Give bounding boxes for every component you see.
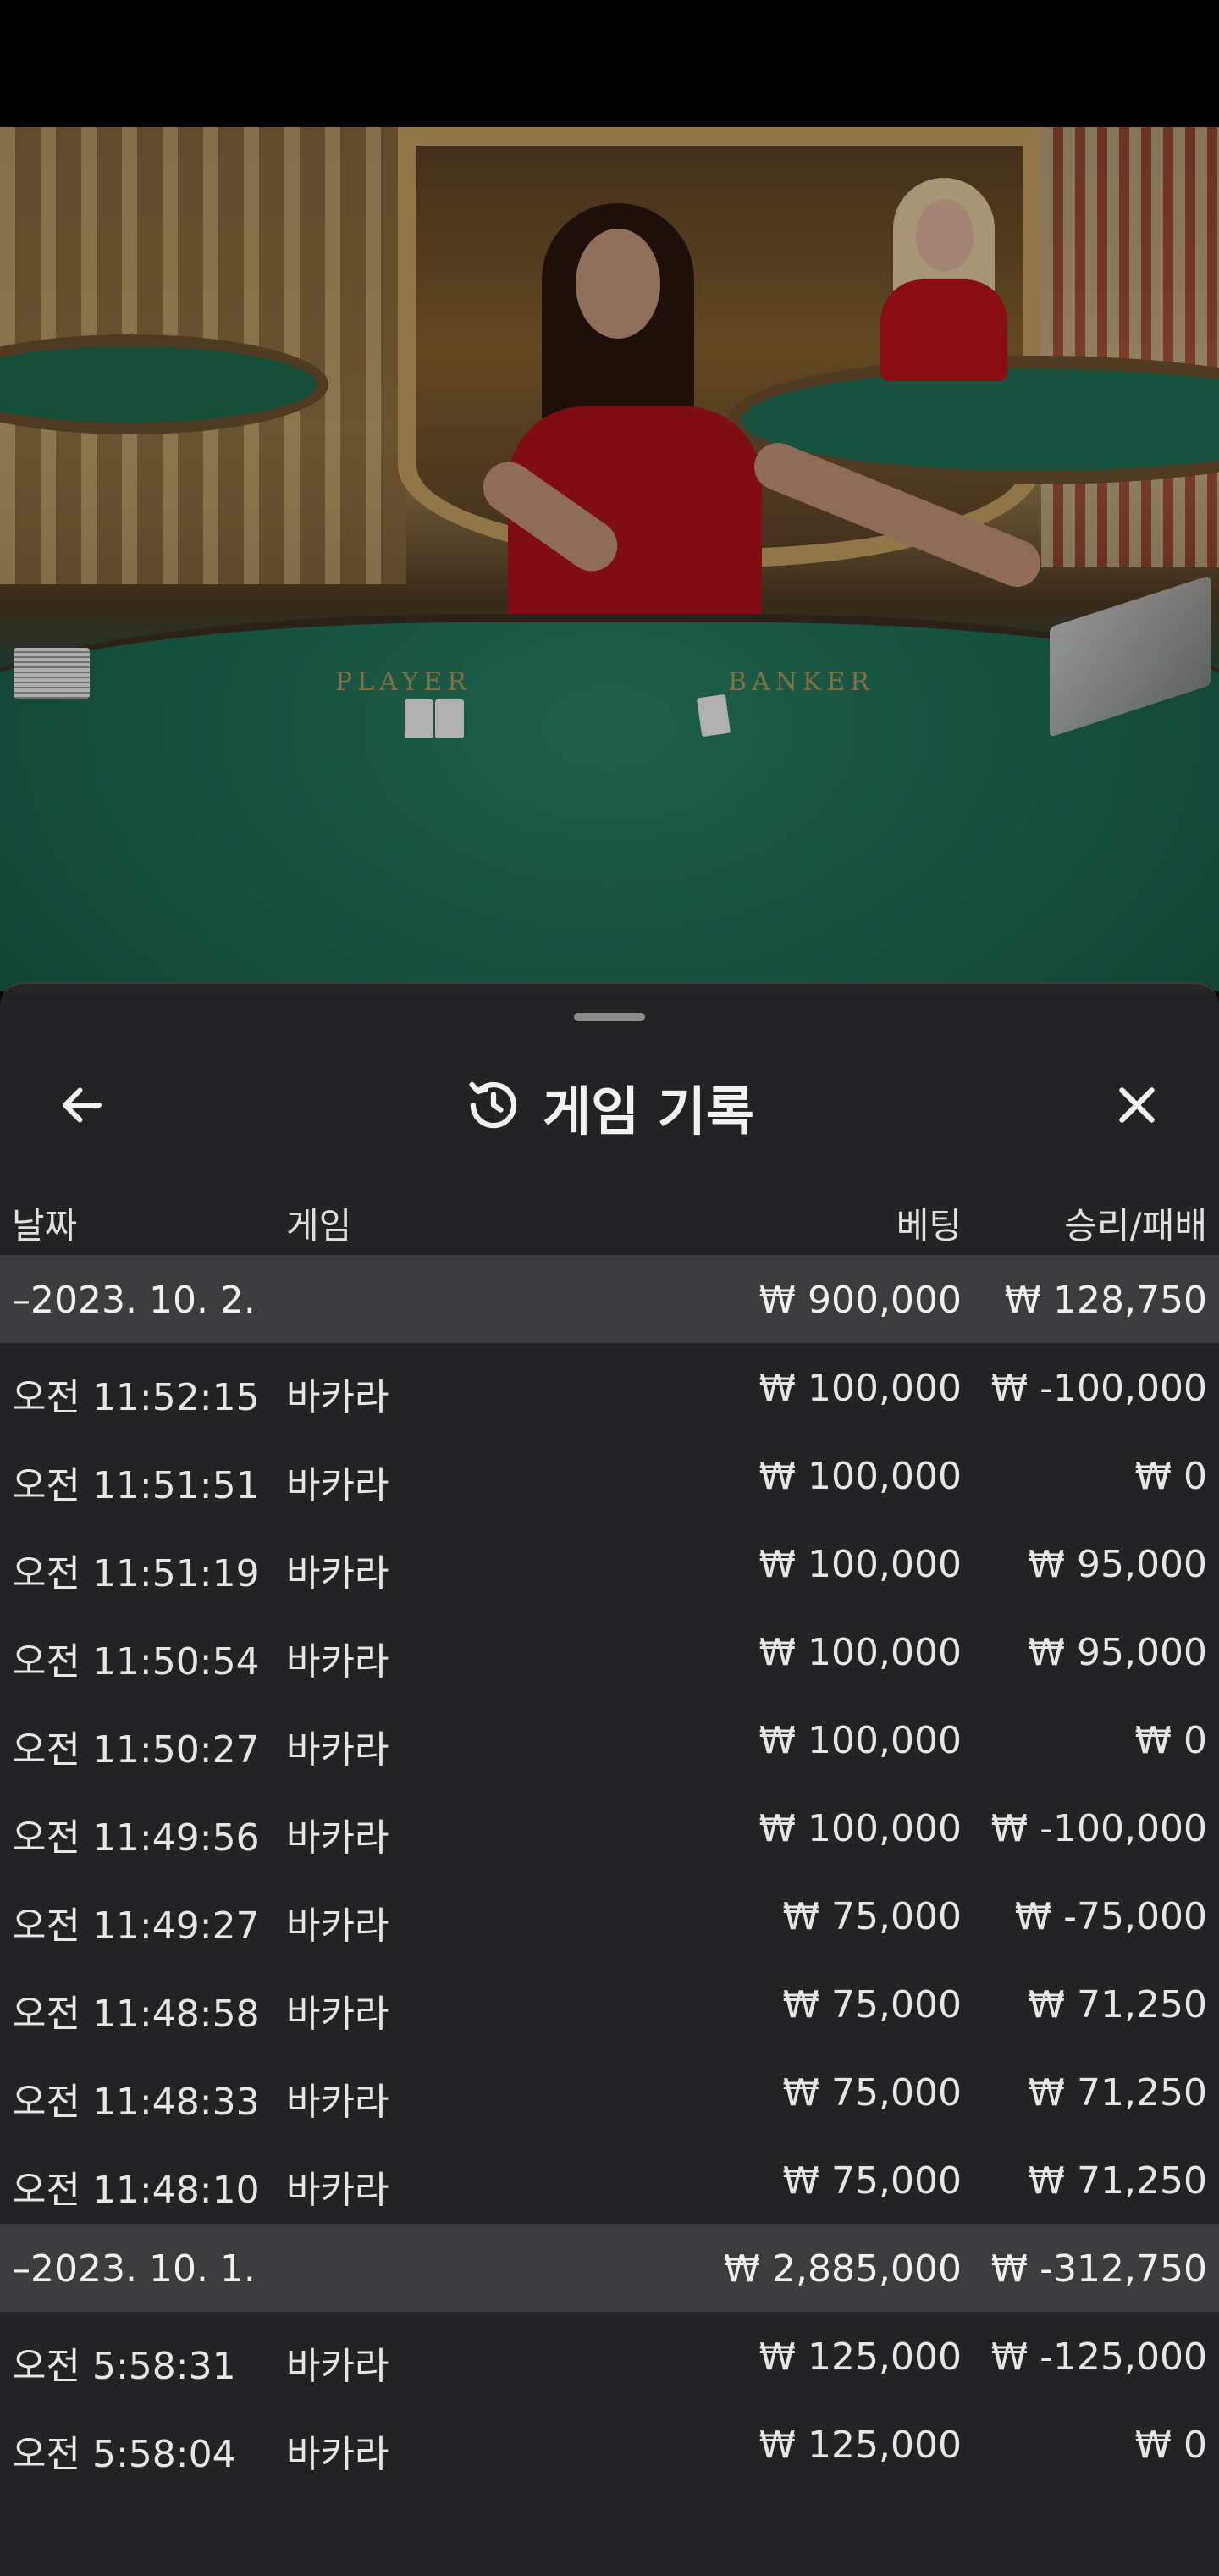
row-bet: ₩ 100,000 <box>758 1367 962 1410</box>
history-row[interactable]: 오전 11:51:19 바카라 ₩ 100,000 ₩ 95,000 <box>0 1519 1219 1607</box>
row-bet: ₩ 75,000 <box>782 1983 962 2026</box>
row-result: ₩ 0 <box>1134 2424 1208 2467</box>
history-row[interactable]: 오전 11:48:10 바카라 ₩ 75,000 ₩ 71,250 <box>0 2136 1219 2224</box>
date-group-header[interactable]: –2023. 10. 2. ₩ 900,000 ₩ 128,750 <box>0 1255 1219 1343</box>
row-game: 바카라 <box>286 1552 389 1595</box>
row-result: ₩ -100,000 <box>990 1807 1207 1850</box>
game-history-sheet: 게임 기록 날짜 게임 베팅 승리/패배 –2023. 10. 2. ₩ 900… <box>0 982 1219 2576</box>
column-header-date: 날짜 <box>12 1205 78 1247</box>
row-result: ₩ -75,000 <box>1014 1895 1207 1938</box>
back-button[interactable] <box>44 1069 120 1145</box>
history-row[interactable]: 오전 5:58:31 바카라 ₩ 125,000 ₩ -125,000 <box>0 2312 1219 2400</box>
sheet-drag-handle[interactable] <box>574 1013 645 1021</box>
row-time: 오전 11:49:27 <box>12 1904 260 1948</box>
history-row[interactable]: 오전 11:49:56 바카라 ₩ 100,000 ₩ -100,000 <box>0 1783 1219 1871</box>
close-icon <box>1111 1080 1162 1134</box>
group-result-total: ₩ -312,750 <box>990 2247 1207 2291</box>
row-result: ₩ 71,250 <box>1028 1983 1207 2026</box>
history-row[interactable]: 오전 11:49:27 바카라 ₩ 75,000 ₩ -75,000 <box>0 1871 1219 1960</box>
history-icon <box>465 1076 522 1137</box>
date-group-header[interactable]: –2023. 10. 1. ₩ 2,885,000 ₩ -312,750 <box>0 2224 1219 2312</box>
column-headers: 날짜 게임 베팅 승리/패배 <box>0 1179 1219 1255</box>
row-result: ₩ -125,000 <box>990 2336 1207 2379</box>
live-video: PLAYER BANKER <box>0 127 1219 991</box>
row-game: 바카라 <box>286 2345 389 2388</box>
history-row[interactable]: 오전 11:48:33 바카라 ₩ 75,000 ₩ 71,250 <box>0 2048 1219 2136</box>
row-game: 바카라 <box>286 2081 389 2124</box>
row-time: 오전 11:49:56 <box>12 1816 260 1860</box>
row-game: 바카라 <box>286 1904 389 1948</box>
row-game: 바카라 <box>286 2433 389 2476</box>
row-bet: ₩ 125,000 <box>758 2336 962 2379</box>
history-row[interactable]: 오전 11:50:54 바카라 ₩ 100,000 ₩ 95,000 <box>0 1607 1219 1695</box>
row-time: 오전 11:48:33 <box>12 2081 260 2124</box>
group-date: –2023. 10. 1. <box>12 2247 256 2291</box>
row-time: 오전 11:52:15 <box>12 1376 260 1419</box>
row-time: 오전 11:48:10 <box>12 2169 260 2212</box>
history-row[interactable]: 오전 11:52:15 바카라 ₩ 100,000 ₩ -100,000 <box>0 1343 1219 1431</box>
row-bet: ₩ 75,000 <box>782 2159 962 2203</box>
row-time: 오전 11:48:58 <box>12 1993 260 2036</box>
row-game: 바카라 <box>286 1728 389 1772</box>
sheet-header: 게임 기록 <box>0 1043 1219 1153</box>
row-result: ₩ 95,000 <box>1028 1543 1207 1586</box>
row-result: ₩ 0 <box>1134 1719 1208 1762</box>
row-time: 오전 11:50:27 <box>12 1728 260 1772</box>
group-bet-total: ₩ 900,000 <box>758 1279 962 1322</box>
row-bet: ₩ 100,000 <box>758 1455 962 1498</box>
row-game: 바카라 <box>286 1376 389 1419</box>
row-bet: ₩ 100,000 <box>758 1631 962 1674</box>
history-row[interactable]: 오전 5:58:04 바카라 ₩ 125,000 ₩ 0 <box>0 2400 1219 2488</box>
row-result: ₩ 71,250 <box>1028 2159 1207 2203</box>
row-time: 오전 5:58:04 <box>12 2433 236 2476</box>
history-row[interactable]: 오전 11:48:58 바카라 ₩ 75,000 ₩ 71,250 <box>0 1960 1219 2048</box>
group-result-total: ₩ 128,750 <box>1004 1279 1207 1322</box>
row-bet: ₩ 75,000 <box>782 1895 962 1938</box>
page-title: 게임 기록 <box>543 1081 754 1142</box>
status-bar-area <box>0 0 1219 127</box>
row-time: 오전 11:51:51 <box>12 1464 260 1507</box>
title-group: 게임 기록 <box>0 1043 1219 1170</box>
group-date: –2023. 10. 2. <box>12 1279 256 1322</box>
group-bet-total: ₩ 2,885,000 <box>723 2247 962 2291</box>
row-game: 바카라 <box>286 2169 389 2212</box>
row-time: 오전 5:58:31 <box>12 2345 236 2388</box>
row-game: 바카라 <box>286 1993 389 2036</box>
row-bet: ₩ 75,000 <box>782 2071 962 2114</box>
row-game: 바카라 <box>286 1816 389 1860</box>
row-result: ₩ 71,250 <box>1028 2071 1207 2114</box>
column-header-bet: 베팅 <box>896 1205 962 1247</box>
row-time: 오전 11:51:19 <box>12 1552 260 1595</box>
column-header-game: 게임 <box>286 1205 352 1247</box>
column-header-result: 승리/패배 <box>1064 1205 1207 1247</box>
row-game: 바카라 <box>286 1640 389 1683</box>
row-result: ₩ -100,000 <box>990 1367 1207 1410</box>
row-bet: ₩ 125,000 <box>758 2424 962 2467</box>
row-bet: ₩ 100,000 <box>758 1807 962 1850</box>
close-button[interactable] <box>1099 1069 1175 1145</box>
row-result: ₩ 0 <box>1134 1455 1208 1498</box>
row-bet: ₩ 100,000 <box>758 1719 962 1762</box>
row-bet: ₩ 100,000 <box>758 1543 962 1586</box>
row-game: 바카라 <box>286 1464 389 1507</box>
history-list: –2023. 10. 2. ₩ 900,000 ₩ 128,750 오전 11:… <box>0 1255 1219 2488</box>
arrow-left-icon <box>57 1080 108 1134</box>
history-row[interactable]: 오전 11:51:51 바카라 ₩ 100,000 ₩ 0 <box>0 1431 1219 1519</box>
row-result: ₩ 95,000 <box>1028 1631 1207 1674</box>
video-dim-overlay <box>0 127 1219 991</box>
history-row[interactable]: 오전 11:50:27 바카라 ₩ 100,000 ₩ 0 <box>0 1695 1219 1783</box>
row-time: 오전 11:50:54 <box>12 1640 260 1683</box>
